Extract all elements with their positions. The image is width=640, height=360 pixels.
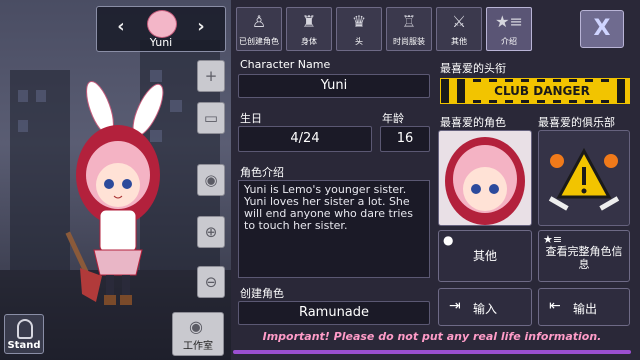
favorite-title-heading: 最喜爱的头衔 — [440, 62, 506, 75]
banner-text: CLUB DANGER — [469, 82, 615, 100]
import-button[interactable]: ⇥ 输入 — [438, 288, 532, 326]
tab-head[interactable]: ♛ 头 — [336, 7, 382, 51]
favorite-title-banner[interactable]: CLUB DANGER — [440, 78, 630, 104]
character-thumbnail — [147, 10, 177, 38]
age-field[interactable]: 16 — [380, 126, 430, 152]
add-person-button[interactable]: + — [197, 60, 225, 92]
tab-label: 头 — [355, 37, 363, 46]
danger-club-icon — [548, 147, 620, 211]
view-button[interactable]: ◉ — [197, 164, 225, 196]
sword-icon: ⚔ — [451, 12, 467, 31]
tab-created-characters[interactable]: ♙ 已创建角色 — [236, 7, 282, 51]
export-label: 输出 — [573, 302, 598, 316]
eye-icon: ◉ — [204, 171, 218, 189]
tab-other[interactable]: ⚔ 其他 — [436, 7, 482, 51]
character-name-field[interactable]: Yuni — [238, 74, 430, 98]
tab-label: 身体 — [301, 37, 317, 46]
tab-label: 时尚服装 — [393, 37, 425, 46]
character-name-label: Yuni — [149, 36, 173, 49]
apple-icon: ● — [443, 233, 454, 247]
character-selector: ‹ › Yuni — [96, 6, 226, 52]
category-tabs: ♙ 已创建角色 ♜ 身体 ♛ 头 ♖ 时尚服装 ⚔ 其他 ★≡ 介绍 — [232, 4, 632, 52]
birthday-heading: 生日 — [240, 112, 262, 125]
tab-label: 已创建角色 — [239, 37, 279, 46]
camera-icon: ◉ — [189, 317, 203, 336]
intro-heading: 角色介绍 — [240, 166, 284, 179]
studio-button[interactable]: ◉ 工作室 — [172, 312, 224, 356]
view-full-info-label: 查看完整角色信息 — [545, 245, 623, 271]
zoom-in-icon: ⊕ — [204, 223, 218, 241]
view-full-info-button[interactable]: ★≡ 查看完整角色信息 — [538, 230, 630, 282]
favorite-club-slot[interactable] — [538, 130, 630, 226]
shirt-icon: ♖ — [401, 12, 417, 31]
other-button[interactable]: ● 其他 — [438, 230, 532, 282]
zoom-out-icon: ⊖ — [204, 273, 218, 291]
favorite-club-heading: 最喜爱的俱乐部 — [538, 116, 615, 129]
birthday-field[interactable]: 4/24 — [238, 126, 372, 152]
intro-textarea[interactable]: Yuni is Lemo's younger sister. Yuni love… — [238, 180, 430, 278]
tab-body[interactable]: ♜ 身体 — [286, 7, 332, 51]
favorite-character-slot[interactable] — [438, 130, 532, 226]
tab-label: 其他 — [451, 37, 467, 46]
privacy-warning: Important! Please do not put any real li… — [262, 330, 602, 343]
other-label: 其他 — [472, 249, 497, 263]
image-icon: ▭ — [203, 109, 219, 127]
close-button[interactable]: X — [580, 10, 624, 48]
tab-intro[interactable]: ★≡ 介绍 — [486, 7, 532, 51]
stand-button[interactable]: Stand — [4, 314, 44, 354]
figure-icon: ♙ — [251, 12, 267, 31]
person-plus-icon: + — [204, 67, 218, 85]
character-name-heading: Character Name — [240, 58, 331, 71]
export-icon: ⇤ — [549, 298, 561, 314]
favorite-character-portrait — [445, 137, 525, 225]
jacket-icon: ♜ — [301, 12, 317, 31]
zoom-in-button[interactable]: ⊕ — [197, 216, 225, 248]
figure-icon — [17, 319, 33, 339]
creator-heading: 创建角色 — [240, 287, 284, 300]
import-icon: ⇥ — [449, 298, 461, 314]
character-figure[interactable] — [60, 80, 180, 310]
stand-label: Stand — [7, 340, 41, 351]
export-button[interactable]: ⇤ 输出 — [538, 288, 630, 326]
star-list-icon: ★≡ — [495, 12, 523, 31]
creator-field[interactable]: Ramunade — [238, 301, 430, 325]
zoom-out-button[interactable]: ⊖ — [197, 266, 225, 298]
tab-label: 介绍 — [501, 37, 517, 46]
studio-label: 工作室 — [183, 341, 213, 352]
scrollbar[interactable] — [233, 350, 631, 354]
favorite-character-heading: 最喜爱的角色 — [440, 116, 506, 129]
close-icon: X — [593, 16, 611, 41]
age-heading: 年龄 — [382, 112, 404, 125]
background-button[interactable]: ▭ — [197, 102, 225, 134]
hair-icon: ♛ — [351, 12, 367, 31]
tab-fashion[interactable]: ♖ 时尚服装 — [386, 7, 432, 51]
import-label: 输入 — [473, 302, 498, 316]
